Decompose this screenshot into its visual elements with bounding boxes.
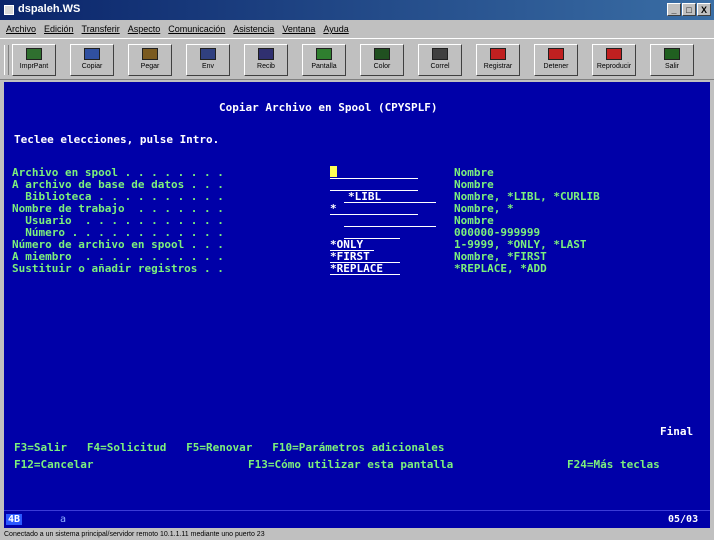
cursor-position: 05/03 <box>668 514 699 525</box>
field-help-usuario: Nombre <box>454 214 494 227</box>
input-archivo-spool[interactable] <box>330 167 418 179</box>
toolbar-button-color[interactable]: Color <box>360 44 404 76</box>
toolbar-button-label: Recib <box>257 63 275 70</box>
toolbar-button-registrar[interactable]: Registrar <box>476 44 520 76</box>
menu-comunicacion[interactable]: Comunicación <box>168 24 225 34</box>
field-help-archivo-bd: Nombre <box>454 178 494 191</box>
toolbar-button-label: Env <box>201 63 215 70</box>
toolbar-button-label: Detener <box>543 63 569 70</box>
field-label-usuario: Usuario . . . . . . . . . . . <box>12 214 224 227</box>
display-icon <box>316 48 332 60</box>
toolbar-button-label: Correl <box>430 63 450 70</box>
input-sustituir[interactable]: *REPLACE <box>330 263 400 275</box>
menu-transferir[interactable]: Transferir <box>82 24 120 34</box>
field-label-miembro: A miembro . . . . . . . . . . . <box>12 250 224 263</box>
function-keys-line-1[interactable]: F3=Salir F4=Solicitud F5=Renovar F10=Par… <box>14 442 444 453</box>
field-help-archivo-spool: Nombre <box>454 166 494 179</box>
toolbar-button-label: ImprPant <box>19 63 49 70</box>
window-controls: _ □ X <box>667 3 711 16</box>
input-nombre-trabajo-value: * <box>330 202 337 215</box>
app-icon[interactable] <box>4 5 14 15</box>
field-label-archivo-bd: A archivo de base de datos . . . <box>12 178 224 191</box>
function-key-f12[interactable]: F12=Cancelar <box>14 459 93 470</box>
field-label-num-archivo: Número de archivo en spool . . . <box>12 238 224 251</box>
play-macro-icon <box>606 48 622 60</box>
toolbar-button-pantalla[interactable]: Pantalla <box>302 44 346 76</box>
function-key-f24[interactable]: F24=Más teclas <box>567 459 660 470</box>
toolbar-button-imprpant[interactable]: ImprPant <box>12 44 56 76</box>
input-nombre-trabajo[interactable]: * <box>330 203 418 215</box>
printer-icon <box>26 48 42 60</box>
field-help-num-archivo: 1-9999, *ONLY, *LAST <box>454 238 587 251</box>
input-biblioteca-value: *LIBL <box>348 190 382 203</box>
window-title: dspaleh.WS <box>18 3 81 15</box>
toolbar-button-recib[interactable]: Recib <box>244 44 288 76</box>
stop-icon <box>548 48 564 60</box>
toolbar-button-pegar[interactable]: Pegar <box>128 44 172 76</box>
toolbar-button-label: Registrar <box>483 63 513 70</box>
more-indicator: Final <box>660 425 694 438</box>
field-help-sustituir: *REPLACE, *ADD <box>454 262 547 275</box>
function-key-f13[interactable]: F13=Cómo utilizar esta pantalla <box>248 459 453 470</box>
status-bar: Conectado a un sistema principal/servido… <box>0 529 714 540</box>
toolbar-button-detener[interactable]: Detener <box>534 44 578 76</box>
toolbar-button-reproducir[interactable]: Reproducir <box>592 44 636 76</box>
session-indicator: 4B <box>6 514 23 525</box>
field-label-biblioteca: Biblioteca . . . . . . . . . . <box>12 190 224 203</box>
toolbar-button-copiar[interactable]: Copiar <box>70 44 114 76</box>
close-button[interactable]: X <box>697 3 711 16</box>
terminal-screen[interactable]: Copiar Archivo en Spool (CPYSPLF) Teclee… <box>4 82 710 510</box>
receive-icon <box>258 48 274 60</box>
exit-icon <box>664 48 680 60</box>
paste-icon <box>142 48 158 60</box>
toolbar-button-label: Salir <box>664 63 679 70</box>
input-miembro-value: *FIRST <box>330 250 370 263</box>
toolbar-button-label: Pegar <box>140 63 160 70</box>
menu-archivo[interactable]: Archivo <box>6 24 36 34</box>
input-usuario[interactable] <box>344 215 436 227</box>
toolbar-button-label: Reproducir <box>596 63 632 70</box>
copy-icon <box>84 48 100 60</box>
field-label-sustituir: Sustituir o añadir registros . . <box>12 262 224 275</box>
input-num-archivo-value: *ONLY <box>330 238 364 251</box>
toolbar-button-label: Copiar <box>81 63 103 70</box>
input-biblioteca[interactable]: *LIBL <box>344 191 436 203</box>
field-label-numero: Número . . . . . . . . . . . . <box>12 226 224 239</box>
menu-ayuda[interactable]: Ayuda <box>323 24 348 34</box>
toolbar: ImprPant Copiar Pegar Env Recib Pantalla Color… <box>0 38 714 80</box>
menu-bar: Archivo Edición Transferir Aspecto Comun… <box>0 20 714 38</box>
field-label-archivo-spool: Archivo en spool . . . . . . . . <box>12 166 224 179</box>
map-icon <box>432 48 448 60</box>
toolbar-button-correl[interactable]: Correl <box>418 44 462 76</box>
instruction-text: Teclee elecciones, pulse Intro. <box>14 133 220 146</box>
screen-title: Copiar Archivo en Spool (CPYSPLF) <box>219 101 438 114</box>
menu-ventana[interactable]: Ventana <box>282 24 315 34</box>
color-icon <box>374 48 390 60</box>
send-icon <box>200 48 216 60</box>
field-help-nombre-trabajo: Nombre, * <box>454 202 514 215</box>
minimize-button[interactable]: _ <box>667 3 681 16</box>
maximize-button[interactable]: □ <box>682 3 696 16</box>
menu-asistencia[interactable]: Asistencia <box>233 24 274 34</box>
operator-info-area: 4B a 05/03 <box>4 510 710 528</box>
menu-edicion[interactable]: Edición <box>44 24 74 34</box>
toolbar-button-label: Color <box>373 63 391 70</box>
toolbar-grip[interactable] <box>4 45 9 75</box>
field-help-numero: 000000-999999 <box>454 226 541 239</box>
toolbar-button-env[interactable]: Env <box>186 44 230 76</box>
toolbar-button-label: Pantalla <box>311 63 337 70</box>
field-label-nombre-trabajo: Nombre de trabajo . . . . . . . <box>12 202 224 215</box>
menu-aspecto[interactable]: Aspecto <box>128 24 161 34</box>
record-macro-icon <box>490 48 506 60</box>
title-bar: dspaleh.WS _ □ X <box>0 0 714 20</box>
field-help-biblioteca: Nombre, *LIBL, *CURLIB <box>454 190 600 203</box>
input-sustituir-value: *REPLACE <box>330 262 383 275</box>
field-help-miembro: Nombre, *FIRST <box>454 250 547 263</box>
oia-indicator: a <box>60 514 67 525</box>
toolbar-button-salir[interactable]: Salir <box>650 44 694 76</box>
